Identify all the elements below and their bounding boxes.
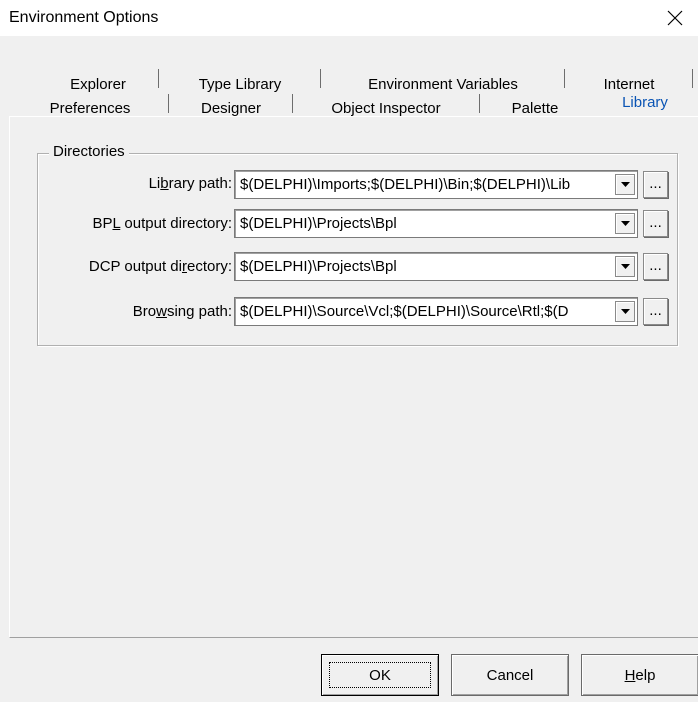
bpl-output-browse-button[interactable]: ...	[643, 210, 668, 237]
tab-label: Preferences	[49, 99, 131, 117]
tab-label: Palette	[511, 99, 559, 117]
label-text: BP	[92, 215, 113, 232]
tab-label: Library	[622, 93, 668, 111]
label-accelerator: b	[160, 175, 169, 192]
label-text: output directory:	[120, 215, 232, 232]
browsing-path-label: Browsing path:	[133, 303, 232, 320]
tab-environment-variables[interactable]: Environment Variables	[322, 72, 564, 96]
browsing-path-combo[interactable]: $(DELPHI)\Source\Vcl;$(DELPHI)\Source\Rt…	[234, 297, 638, 326]
tab-separator	[292, 94, 293, 113]
chevron-down-icon	[620, 181, 630, 187]
library-path-combo[interactable]: $(DELPHI)\Imports;$(DELPHI)\Bin;$(DELPHI…	[234, 170, 638, 199]
tab-library[interactable]: Library	[600, 90, 690, 114]
library-path-label: Library path:	[149, 175, 232, 192]
browsing-path-browse-button[interactable]: ...	[643, 298, 668, 325]
tab-separator	[158, 69, 159, 88]
help-button-label: Help	[625, 667, 656, 684]
tab-label: Designer	[200, 99, 262, 117]
tab-separator	[692, 69, 693, 88]
help-accelerator: H	[624, 666, 636, 684]
chevron-down-icon	[620, 220, 630, 226]
help-button[interactable]: Help	[581, 654, 698, 696]
help-label-rest: elp	[635, 666, 656, 684]
tab-type-library[interactable]: Type Library	[160, 72, 320, 96]
label-accelerator: w	[156, 303, 167, 320]
library-path-value: $(DELPHI)\Imports;$(DELPHI)\Bin;$(DELPHI…	[240, 176, 571, 193]
tab-separator	[479, 94, 480, 113]
dcp-output-combo[interactable]: $(DELPHI)\Projects\Bpl	[234, 252, 638, 281]
tab-explorer[interactable]: Explorer	[38, 72, 158, 96]
dcp-output-value: $(DELPHI)\Projects\Bpl	[240, 258, 397, 275]
bpl-output-value: $(DELPHI)\Projects\Bpl	[240, 215, 397, 232]
tab-separator	[168, 94, 169, 113]
label-text: sing path:	[166, 303, 232, 320]
bpl-output-combo[interactable]: $(DELPHI)\Projects\Bpl	[234, 209, 638, 238]
label-text: Bro	[132, 303, 157, 320]
tab-separator	[564, 69, 565, 88]
dcp-output-browse-button[interactable]: ...	[643, 253, 668, 280]
browsing-path-dropdown-button[interactable]	[615, 301, 635, 322]
chevron-down-icon	[620, 263, 630, 269]
ok-button[interactable]: OK	[321, 654, 439, 696]
label-text: rary path:	[168, 175, 232, 192]
dcp-output-label: DCP output directory:	[89, 258, 232, 275]
close-button[interactable]	[652, 0, 698, 36]
bpl-output-label: BPL output directory:	[92, 215, 232, 232]
tab-label: Environment Variables	[368, 75, 518, 93]
tab-label: Type Library	[198, 75, 282, 93]
title-bar: Environment Options	[0, 0, 698, 36]
label-text: ectory:	[186, 258, 232, 275]
browsing-path-value: $(DELPHI)\Source\Vcl;$(DELPHI)\Source\Rt…	[240, 303, 569, 320]
cancel-button-label: Cancel	[486, 666, 534, 684]
ok-button-label: OK	[369, 666, 391, 684]
tab-label: Explorer	[70, 75, 126, 93]
library-path-dropdown-button[interactable]	[615, 174, 635, 195]
library-path-browse-button[interactable]: ...	[643, 171, 668, 198]
chevron-down-icon	[620, 308, 630, 314]
dcp-output-dropdown-button[interactable]	[615, 256, 635, 277]
cancel-button[interactable]: Cancel	[451, 654, 569, 696]
tab-label: Object Inspector	[331, 99, 441, 117]
label-text: Li	[148, 175, 161, 192]
close-icon	[667, 10, 683, 26]
bpl-output-dropdown-button[interactable]	[615, 213, 635, 234]
window-title: Environment Options	[9, 9, 159, 26]
label-text: DCP output di	[88, 258, 182, 275]
tab-separator	[320, 69, 321, 88]
directories-group-title: Directories	[49, 143, 129, 160]
